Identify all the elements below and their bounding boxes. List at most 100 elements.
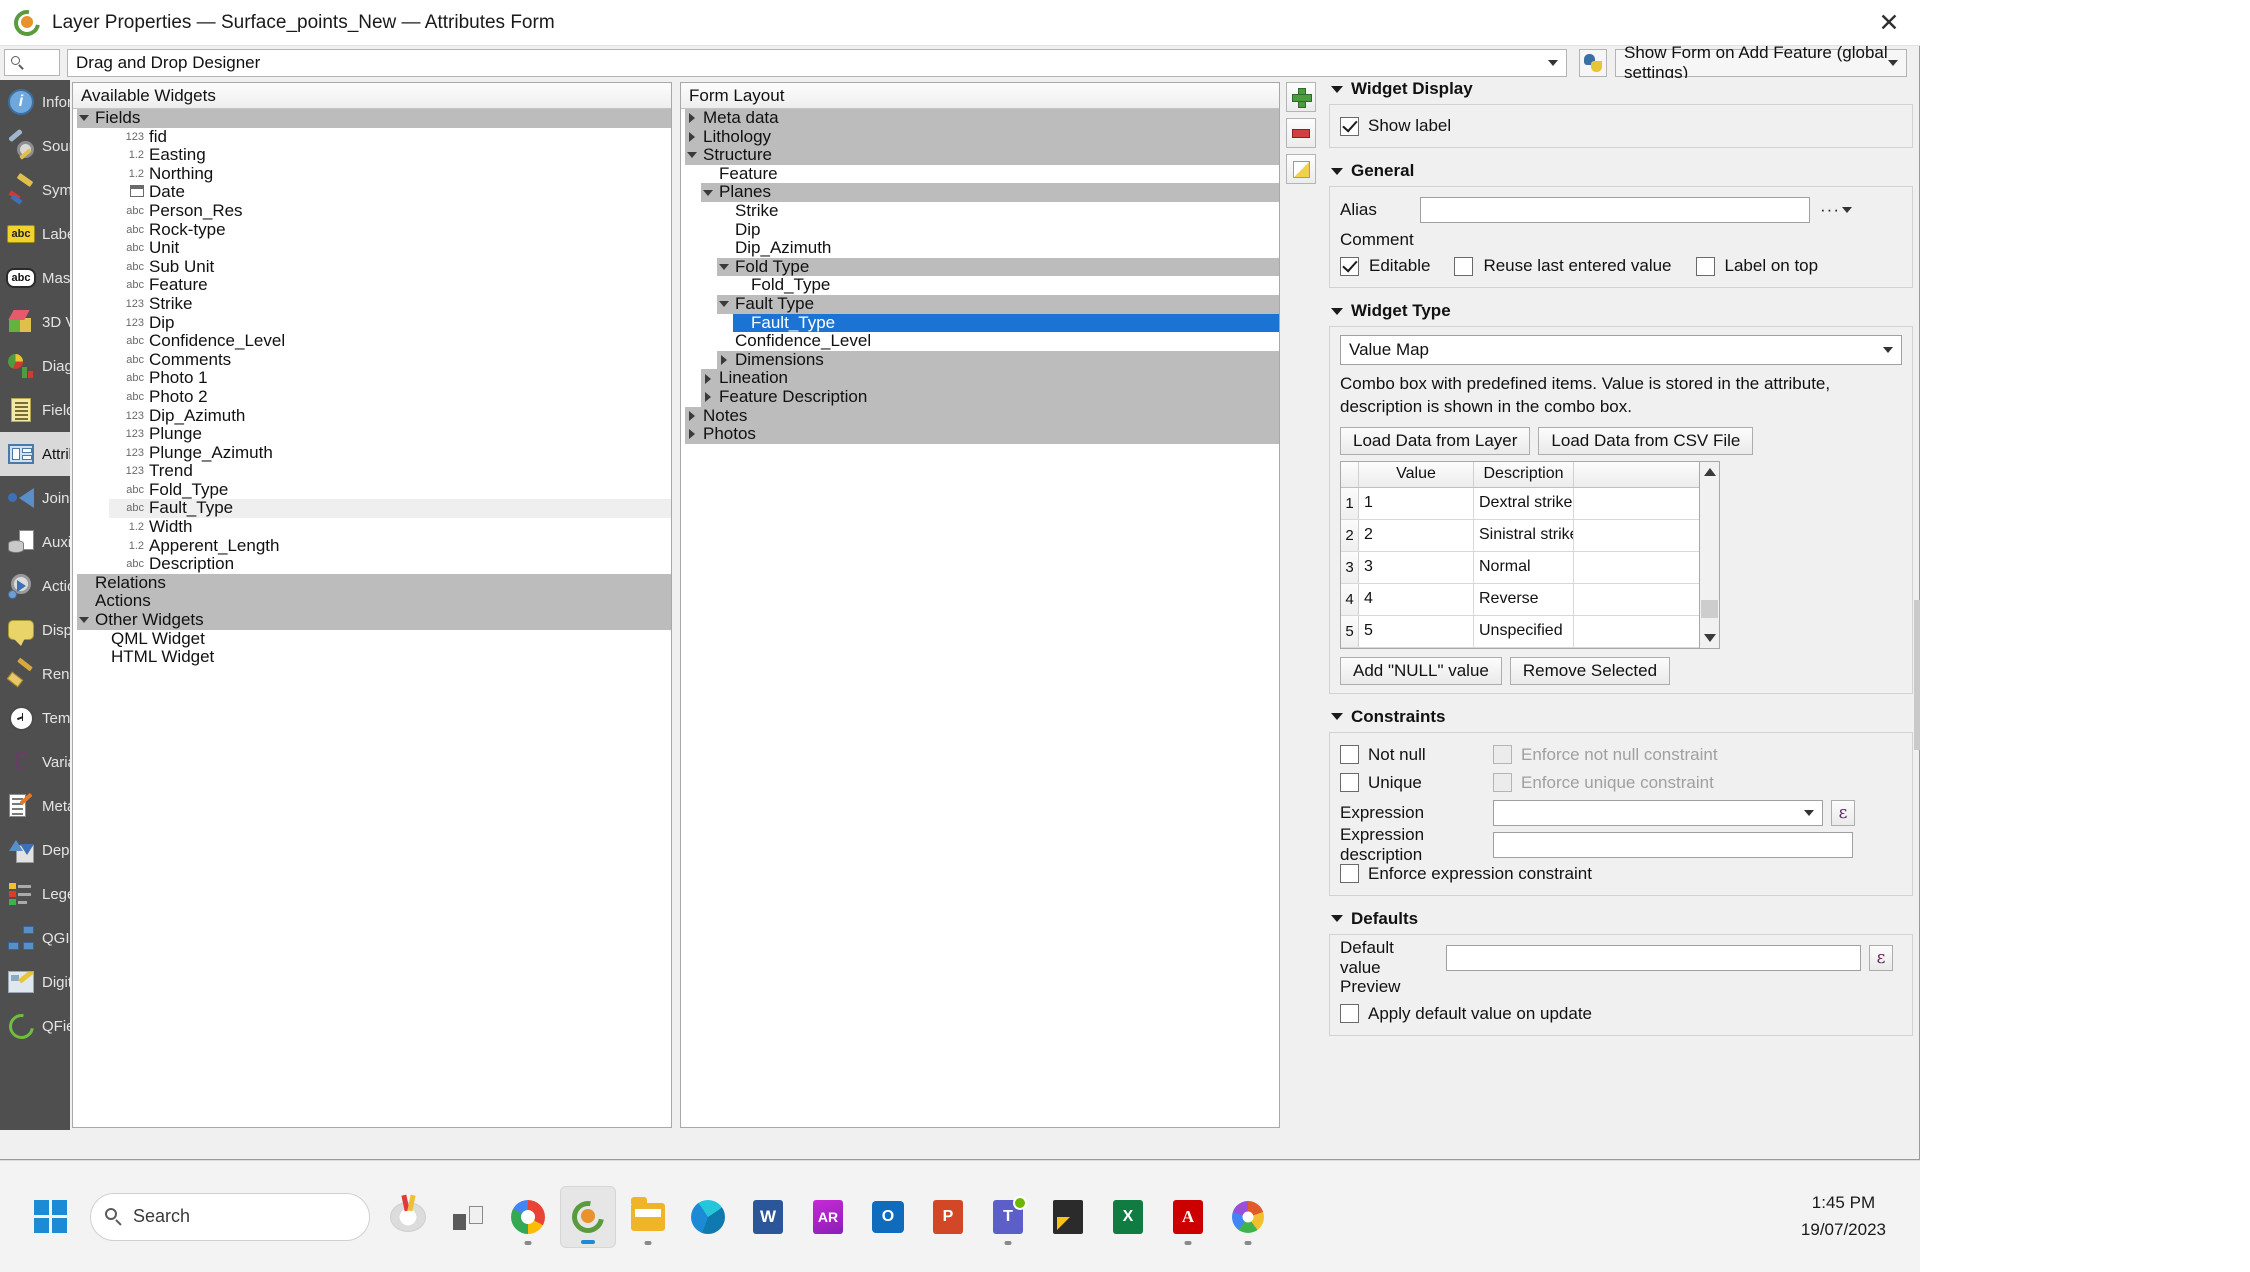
reuse-last-value-checkbox[interactable] (1454, 256, 1474, 276)
sidebar-item-source[interactable]: Source (0, 124, 70, 168)
taskbar-app-teams[interactable]: T (980, 1186, 1036, 1248)
expression-combo[interactable] (1493, 799, 1823, 826)
value-cell[interactable]: 3 (1359, 551, 1474, 583)
apply-default-on-update-checkbox[interactable] (1340, 1004, 1359, 1024)
tree-item-confidence-level[interactable]: abc Confidence_Level (73, 332, 671, 351)
taskbar-app-powerpoint[interactable]: P (920, 1186, 976, 1248)
value-map-scrollbar[interactable] (1700, 460, 1720, 649)
remove-item-button[interactable] (1286, 118, 1316, 148)
load-data-from-layer-button[interactable]: Load Data from Layer (1340, 426, 1531, 455)
sidebar-item-display[interactable]: Display (0, 608, 70, 652)
constraints-section-header[interactable]: Constraints (1331, 706, 1917, 728)
enforce-expression-row[interactable]: Enforce expression constraint (1340, 861, 1902, 887)
alias-data-defined-button[interactable]: ··· (1820, 200, 1852, 220)
tree-item-strike[interactable]: Strike (681, 201, 1279, 221)
tree-group-photos[interactable]: Photos (681, 424, 1279, 444)
value-cell[interactable]: 2 (1359, 519, 1474, 551)
tree-item-photo-1[interactable]: abc Photo 1 (73, 369, 671, 388)
tree-item-feature[interactable]: abc Feature (73, 276, 671, 295)
sidebar-item-metadata[interactable]: Metadata (0, 784, 70, 828)
chevron-right-icon[interactable] (685, 429, 699, 440)
tree-item-northing[interactable]: 1.2 Northing (73, 164, 671, 184)
taskbar-app-paint-3d[interactable] (1220, 1186, 1276, 1248)
tree-item-comments[interactable]: abc Comments (73, 350, 671, 370)
tree-item-fault-type[interactable]: abc Fault_Type (73, 499, 671, 519)
available-widgets-tree[interactable]: Fields 123 fid 1.2 Easting 1.2 Northing Date abc… (73, 108, 671, 667)
chevron-right-icon[interactable] (685, 131, 699, 142)
tree-item-plunge[interactable]: 123 Plunge (73, 424, 671, 444)
tree-item-html-widget[interactable]: HTML Widget (73, 648, 671, 667)
taskbar-clock[interactable]: 1:45 PM 19/07/2023 (1801, 1190, 1886, 1243)
invert-selection-button[interactable] (1286, 154, 1316, 184)
tree-group-feature-description[interactable]: Feature Description (681, 387, 1279, 407)
expression-builder-button[interactable]: ε (1831, 799, 1855, 826)
sidebar-item-joins[interactable]: Joins (0, 476, 70, 520)
value-cell[interactable]: 5 (1359, 615, 1474, 647)
taskbar-app-chrome[interactable] (500, 1186, 556, 1248)
value-cell[interactable]: 1 (1359, 487, 1474, 519)
value-map-row[interactable]: 4 4 Reverse (1341, 583, 1699, 616)
sidebar-item-information[interactable]: i Information (0, 80, 70, 124)
sidebar-item-labels[interactable]: abc Labels (0, 212, 70, 256)
close-icon[interactable]: ✕ (1858, 0, 1920, 46)
sidebar-item-digitizing[interactable]: Digitizing (0, 960, 70, 1004)
add-null-value-button[interactable]: Add "NULL" value (1340, 656, 1502, 685)
enforce-expression-checkbox[interactable] (1340, 864, 1359, 884)
taskbar-app-task-view[interactable] (440, 1186, 496, 1248)
taskbar-app-meet[interactable] (380, 1186, 436, 1248)
tree-item-fid[interactable]: 123 fid (73, 127, 671, 147)
chevron-right-icon[interactable] (701, 392, 715, 403)
sidebar-item-variables[interactable]: Ɛ Variables (0, 740, 70, 784)
tree-group-notes[interactable]: Notes (681, 406, 1279, 426)
chevron-right-icon[interactable] (717, 355, 731, 366)
tree-group-relations[interactable]: Relations (73, 573, 671, 593)
sidebar-item-diagrams[interactable]: Diagrams (0, 344, 70, 388)
tree-item-feature[interactable]: Feature (681, 164, 1279, 184)
sidebar-item-attributes-form[interactable]: Attributes Form (0, 432, 70, 476)
widget-type-section-header[interactable]: Widget Type (1331, 300, 1917, 322)
taskbar-search-box[interactable]: Search (90, 1192, 370, 1241)
tree-item-dip[interactable]: Dip (681, 220, 1279, 240)
tree-group-fault-type[interactable]: Fault Type (681, 294, 1279, 314)
tree-group-lithology[interactable]: Lithology (681, 127, 1279, 147)
sidebar-item-qfield[interactable]: QField (0, 1004, 70, 1048)
tree-item-unit[interactable]: abc Unit (73, 239, 671, 258)
taskbar-app-qgis[interactable] (560, 1185, 616, 1248)
tree-item-apperent-length[interactable]: 1.2 Apperent_Length (73, 536, 671, 556)
label-on-top-checkbox[interactable] (1695, 256, 1715, 276)
unique-checkbox[interactable] (1340, 773, 1359, 793)
sidebar-item-rendering[interactable]: Rendering (0, 652, 70, 696)
chevron-down-icon[interactable] (717, 264, 731, 271)
scrollbar-thumb[interactable] (1701, 599, 1718, 618)
tree-item-strike[interactable]: 123 Strike (73, 294, 671, 314)
tree-item-dip-azimuth[interactable]: 123 Dip_Azimuth (73, 406, 671, 426)
tree-item-photo-2[interactable]: abc Photo 2 (73, 387, 671, 407)
tree-item-qml-widget[interactable]: QML Widget (73, 629, 671, 649)
sidebar-item-legend[interactable]: Legend (0, 872, 70, 916)
value-map-row[interactable]: 22Sinistral strike... (1341, 519, 1699, 552)
widget-type-combo[interactable]: Value Map (1340, 335, 1902, 365)
value-map-row[interactable]: 5 5 Unspecified (1341, 615, 1699, 648)
add-container-button[interactable] (1286, 82, 1316, 112)
tree-item-dip-azimuth[interactable]: Dip_Azimuth (681, 239, 1279, 258)
sidebar-item-3d-view[interactable]: 3D View (0, 300, 70, 344)
start-button[interactable] (34, 1199, 68, 1234)
tree-group-other-widgets[interactable]: Other Widgets (73, 610, 671, 630)
chevron-down-icon[interactable] (77, 617, 91, 624)
taskbar-app-acrobat[interactable]: A (1160, 1186, 1216, 1248)
enforce-unique-checkbox[interactable] (1493, 773, 1512, 793)
tree-item-trend[interactable]: 123 Trend (73, 462, 671, 481)
tree-item-fold-type[interactable]: abc Fold_Type (73, 480, 671, 500)
show-label-checkbox[interactable] (1340, 116, 1359, 136)
tree-group-structure[interactable]: Structure (681, 146, 1279, 165)
value-map-row[interactable]: 11Dextral strike... (1341, 487, 1699, 520)
search-input[interactable] (4, 49, 60, 76)
alias-field[interactable] (1420, 197, 1810, 223)
remove-selected-button[interactable]: Remove Selected (1509, 656, 1671, 685)
sidebar-item-fields[interactable]: Fields (0, 388, 70, 432)
load-data-from-csv-button[interactable]: Load Data from CSV File (1538, 426, 1754, 455)
tree-item-description[interactable]: abc Description (73, 555, 671, 574)
chevron-down-icon[interactable] (77, 115, 91, 122)
sidebar-item-dependencies[interactable]: Dependencies (0, 828, 70, 872)
description-cell[interactable]: Normal (1474, 551, 1574, 583)
